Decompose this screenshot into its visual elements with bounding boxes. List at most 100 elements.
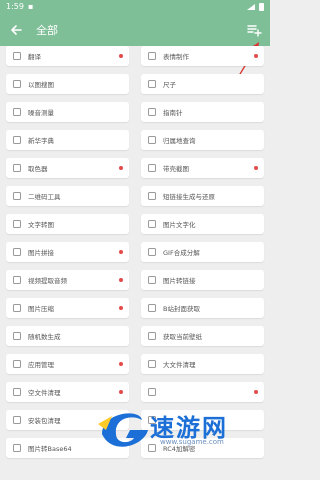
tool-card[interactable] [141,410,264,430]
tool-label: 大文件清理 [163,361,196,369]
tool-card[interactable]: 短链接生成与还原 [141,186,264,206]
tool-card[interactable]: 图片压缩 [6,298,129,318]
tool-card[interactable]: 图片拼接 [6,242,129,262]
tool-card[interactable]: 噪音测量 [6,102,129,122]
link-icon [147,191,157,201]
status-time: 1:59 [6,2,24,11]
tool-card[interactable]: 大文件清理 [141,354,264,374]
tool-card[interactable]: 尺子 [141,74,264,94]
hidden-icon [147,387,157,397]
page-title: 全部 [36,24,58,37]
tool-card[interactable]: 文字转图 [6,214,129,234]
new-badge-dot [254,390,258,394]
tool-label: 新华字典 [28,137,54,145]
dice-icon [12,331,22,341]
tool-card[interactable]: 应用管理 [6,354,129,374]
tool-label: 归属地查询 [163,137,196,145]
tool-label: 二维码工具 [28,193,61,201]
tool-label: RC4加解密 [163,445,196,453]
tool-card[interactable]: 归属地查询 [141,130,264,150]
tool-card[interactable]: 获取当前壁纸 [141,326,264,346]
video-audio-icon [12,275,22,285]
tool-card[interactable]: 随机数生成 [6,326,129,346]
text-to-image-icon [12,219,22,229]
signal-icon [247,4,255,10]
tool-card[interactable]: RC4加解密 [141,438,264,458]
new-badge-dot [119,54,123,58]
tool-card[interactable]: 二维码工具 [6,186,129,206]
tool-card[interactable] [141,382,264,402]
location-icon [147,135,157,145]
new-badge-dot [119,362,123,366]
tool-label: 短链接生成与还原 [163,193,215,201]
image-compress-icon [12,303,22,313]
bilibili-icon [147,303,157,313]
ruler-icon [147,79,157,89]
tool-label: 图片拼接 [28,249,54,257]
wallpaper-icon [147,331,157,341]
tool-card[interactable]: 指南针 [141,102,264,122]
tool-card[interactable]: 新华字典 [6,130,129,150]
qrcode-icon [12,191,22,201]
playlist-add-icon[interactable] [246,22,262,38]
package-icon [12,415,22,425]
tool-card[interactable]: GIF合成分解 [141,242,264,262]
image-link-icon [147,275,157,285]
tool-label: 应用管理 [28,361,54,369]
new-badge-dot [254,166,258,170]
tool-card[interactable]: 以图搜图 [6,74,129,94]
tool-label: 空文件清理 [28,389,61,397]
clean-icon [12,387,22,397]
tool-label: 以图搜图 [28,81,54,89]
tool-label: 指南针 [163,109,183,117]
new-badge-dot [254,54,258,58]
trash-icon [147,359,157,369]
tool-card[interactable]: 图片文字化 [141,214,264,234]
compass-icon [147,107,157,117]
status-bar: 1:59 ▪ [0,0,270,14]
notification-icon: ▪ [27,2,34,11]
gif-icon [147,247,157,257]
image-search-icon [12,79,22,89]
battery-icon [259,3,264,11]
tool-label: 噪音测量 [28,109,54,117]
tool-card[interactable]: 视频提取音频 [6,270,129,290]
image-text-icon [147,219,157,229]
tool-label: 尺子 [163,81,176,89]
tool-card[interactable]: 图片转链接 [141,270,264,290]
tool-label: 获取当前壁纸 [163,333,202,341]
apps-icon [12,359,22,369]
new-badge-dot [119,166,123,170]
tool-label: 随机数生成 [28,333,61,341]
base64-icon [12,443,22,453]
tool-card[interactable]: 带壳截图 [141,158,264,178]
image-stitch-icon [12,247,22,257]
noise-meter-icon [12,107,22,117]
tool-label: GIF合成分解 [163,249,200,257]
new-badge-dot [119,250,123,254]
tool-label: 图片转链接 [163,277,196,285]
tool-card[interactable]: 取色器 [6,158,129,178]
tool-card[interactable]: 翻译 [6,46,129,66]
dictionary-icon [12,135,22,145]
tool-label: 图片文字化 [163,221,196,229]
tool-label: 翻译 [28,53,41,61]
color-picker-icon [12,163,22,173]
tool-grid: 翻译 表情制作以图搜图 尺子噪音测量 指南针新华字典 归属地查询取色器 带壳截图二维码工具… [0,46,270,458]
back-arrow-icon[interactable] [8,22,24,38]
tool-card[interactable]: 表情制作 [141,46,264,66]
tool-label: 图片转Base64 [28,445,72,453]
tool-card[interactable]: B站封面获取 [141,298,264,318]
new-badge-dot [119,390,123,394]
app-bar: 全部 [0,14,270,46]
lock-icon [147,443,157,453]
tool-label: 文字转图 [28,221,54,229]
new-badge-dot [119,306,123,310]
tool-label: 带壳截图 [163,165,189,173]
tool-card[interactable]: 空文件清理 [6,382,129,402]
tool-card[interactable]: 安装包清理 [6,410,129,430]
tool-label: 视频提取音频 [28,277,67,285]
tool-card[interactable]: 图片转Base64 [6,438,129,458]
emoji-icon [147,51,157,61]
new-badge-dot [119,278,123,282]
